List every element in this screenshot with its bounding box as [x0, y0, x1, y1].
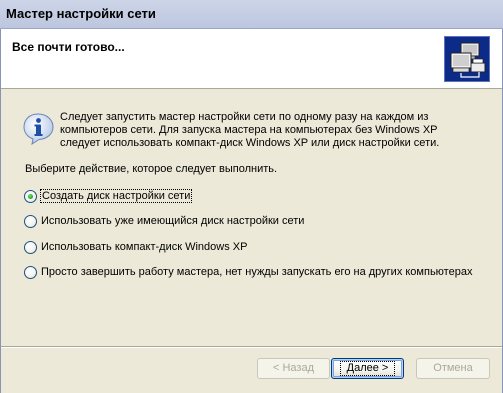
title-bar[interactable]: Мастер настройки сети — [0, 0, 503, 29]
option-label[interactable]: Создать диск настройки сети — [39, 189, 193, 203]
radio-button[interactable] — [24, 240, 37, 254]
info-line: следует использовать компакт-диск Window… — [60, 137, 440, 149]
info-icon — [22, 112, 55, 146]
page-heading: Все почти готово... — [12, 40, 125, 54]
next-button[interactable]: Далее > — [331, 358, 404, 379]
radio-button-checked[interactable] — [24, 189, 37, 203]
info-block: Следует запустить мастер настройки сети … — [20, 107, 490, 153]
option-label[interactable]: Использовать компакт-диск Windows XP — [41, 241, 247, 253]
wizard-header: Все почти готово... — [1, 29, 502, 89]
action-prompt: Выберите действие, которое следует выпол… — [25, 163, 278, 175]
option-just-finish[interactable]: Просто завершить работу мастера, нет нуж… — [24, 264, 472, 280]
wizard-window: Мастер настройки сети Все почти готово..… — [0, 0, 503, 393]
network-computers-icon-graphic — [445, 37, 489, 81]
network-computers-icon — [444, 36, 490, 82]
radio-button[interactable] — [24, 214, 37, 228]
option-create-disk[interactable]: Создать диск настройки сети — [24, 188, 193, 204]
window-title: Мастер настройки сети — [6, 6, 156, 21]
next-button-label: Далее > — [339, 361, 396, 376]
info-line: Следует запустить мастер настройки сети … — [60, 111, 429, 123]
info-line: компьютеров сети. Для запуска мастера на… — [60, 124, 438, 136]
option-use-existing-disk[interactable]: Использовать уже имеющийся диск настройк… — [24, 213, 304, 229]
option-label[interactable]: Просто завершить работу мастера, нет нуж… — [41, 266, 472, 278]
option-label[interactable]: Использовать уже имеющийся диск настройк… — [41, 215, 304, 227]
radio-button[interactable] — [24, 265, 37, 279]
back-button[interactable]: < Назад — [257, 358, 330, 379]
option-use-windows-cd[interactable]: Использовать компакт-диск Windows XP — [24, 239, 247, 255]
cancel-button[interactable]: Отмена — [416, 358, 490, 379]
footer-separator — [1, 346, 502, 348]
info-text: Следует запустить мастер настройки сети … — [60, 111, 490, 150]
